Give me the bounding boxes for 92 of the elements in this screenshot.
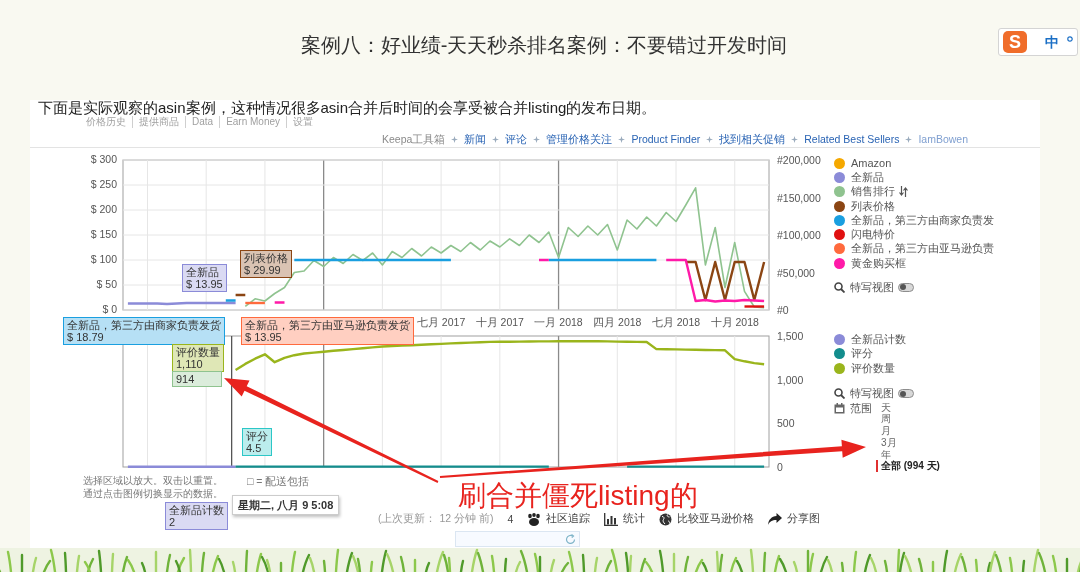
legend-item[interactable]: 评分 [832, 346, 1040, 361]
range-option[interactable]: 天 [876, 401, 940, 414]
chart-tooltip: 全新品，第三方由商家负责发货 $ 18.79 [63, 317, 225, 345]
legend-item[interactable]: 列表价格 [832, 198, 1040, 214]
star-icon [451, 136, 459, 143]
range-label: 范围 [850, 401, 872, 416]
legend-item[interactable]: 评价数量 [832, 361, 1040, 376]
input-field[interactable] [455, 531, 580, 547]
close-up-label: 特写视图 [850, 279, 894, 295]
toolbar-link[interactable]: 找到相关促销 [719, 133, 786, 146]
ime-mode-label[interactable]: 中 [1045, 34, 1059, 50]
legend-item[interactable]: Amazon [832, 156, 1040, 171]
axis-label: 500 [777, 417, 795, 430]
star-icon [618, 136, 626, 143]
axis-label: $ 100 [90, 253, 117, 265]
axis-label: #0 [777, 304, 789, 316]
page-title: 案例八：好业绩-天天秒杀排名案例：不要错过开发时间 [300, 33, 788, 57]
axis-label: 四月 2018 [593, 316, 642, 328]
toolbar-link[interactable]: 管理价格关注 [546, 133, 613, 146]
chart-tooltip: 全新品，第三方由亚马逊负责发货 $ 13.95 [241, 317, 414, 345]
legend-item[interactable]: 全新品 [832, 170, 1040, 185]
toolbar-link[interactable]: 新闻 [464, 133, 487, 146]
axis-label: 1,000 [777, 373, 804, 386]
range-option[interactable]: 月 [876, 425, 940, 437]
range-option[interactable]: 3月 [876, 436, 940, 449]
last-updated-text: (上次更新： 12 分钟 前) [378, 512, 494, 526]
legend-item[interactable]: 闪电特价 [832, 227, 1040, 242]
chart-tooltip: 评价数量 1,110 [172, 344, 224, 372]
globe-icon [659, 512, 673, 526]
toggle-switch[interactable] [898, 282, 914, 292]
toolbar-link[interactable]: Related Best Sellers [804, 133, 900, 146]
axis-label: 十月 2018 [710, 316, 759, 328]
count-text: 4 [507, 513, 514, 525]
axis-label: 一月 2018 [534, 316, 583, 328]
close-up-label: 特写视图 [850, 386, 894, 401]
legend-item[interactable]: 全新品，第三方由亚马逊负责 [832, 241, 1040, 257]
axis-label: 1,500 [777, 330, 804, 342]
legend-item[interactable]: 销售排行 [832, 184, 1040, 199]
toggle-switch[interactable] [898, 389, 914, 398]
axis-label: $ 0 [102, 303, 117, 315]
search-icon [834, 388, 845, 399]
star-icon [791, 136, 799, 143]
ring-icon [1067, 36, 1073, 42]
footer-link[interactable]: 比较亚马逊价格 [659, 512, 755, 526]
circular-arrow-icon [565, 533, 576, 545]
chart-tooltip: 全新品计数 2 [165, 502, 228, 530]
axis-label: #50,000 [777, 266, 815, 279]
axis-label: #200,000 [777, 154, 821, 166]
toolbar-link[interactable]: Product Finder [631, 133, 701, 146]
hint-text: 选择区域以放大。双击以重置。 [83, 475, 223, 488]
chart-tooltip: 914 [172, 371, 222, 387]
star-icon [492, 136, 500, 143]
legend-item[interactable]: 全新品计数 [832, 332, 1040, 347]
chart-tooltip: 全新品 $ 13.95 [182, 264, 227, 292]
search-icon [834, 281, 845, 293]
star-icon [533, 136, 541, 143]
annotation-text: 刷合并僵死listing的 [458, 481, 698, 511]
sort-arrows-icon[interactable] [899, 186, 908, 198]
range-option[interactable]: 周 [876, 413, 940, 426]
axis-label: #150,000 [777, 191, 821, 204]
paw-icon [527, 512, 542, 526]
star-icon [706, 136, 714, 143]
axis-label: $ 200 [90, 203, 117, 215]
bar-chart-icon [604, 512, 619, 526]
toolbar-link[interactable]: Keepa工具箱 [382, 133, 446, 146]
axis-label: 十月 2017 [475, 316, 524, 328]
hint-text: 通过点击图例切换显示的数据。 [83, 487, 223, 500]
star-icon [905, 136, 913, 143]
footer-link[interactable]: 社区追踪 [527, 512, 591, 526]
ime-toolbar[interactable]: S 中 [998, 28, 1078, 56]
toolbar-link[interactable]: 评论 [505, 133, 528, 146]
calendar-icon [834, 403, 845, 414]
chart-tooltip: 评分 4.5 [242, 428, 272, 456]
axis-label: $ 250 [90, 178, 117, 190]
date-tooltip: 星期二, 八月 9 5:08 [232, 495, 340, 515]
legend-item[interactable]: 黄金购买框 [832, 256, 1040, 271]
shipping-note: □ = 配送包括 [247, 475, 310, 489]
axis-label: $ 300 [90, 153, 117, 165]
axis-label: $ 50 [96, 278, 117, 290]
axis-label: 七月 2018 [651, 316, 701, 328]
axis-label: 0 [777, 461, 783, 473]
axis-label: 七月 2017 [416, 316, 466, 328]
share-arrow-icon [768, 513, 783, 525]
intro-text: 下面是实际观察的asin案例，这种情况很多asin合并后时间的会享受被合并listing的发布日期。 [37, 100, 658, 116]
axis-label: $ 150 [90, 228, 117, 240]
range-option[interactable]: 年 [876, 448, 940, 461]
range-option[interactable]: 全部 (994 天) [876, 460, 940, 473]
footer-link[interactable]: 分享图 [768, 512, 821, 526]
legend-item[interactable]: 全新品，第三方由商家负责发 [832, 213, 1040, 228]
footer-link[interactable]: 统计 [604, 512, 646, 526]
axis-label: #100,000 [777, 229, 821, 241]
chart-tooltip: 列表价格 $ 29.99 [240, 250, 292, 278]
